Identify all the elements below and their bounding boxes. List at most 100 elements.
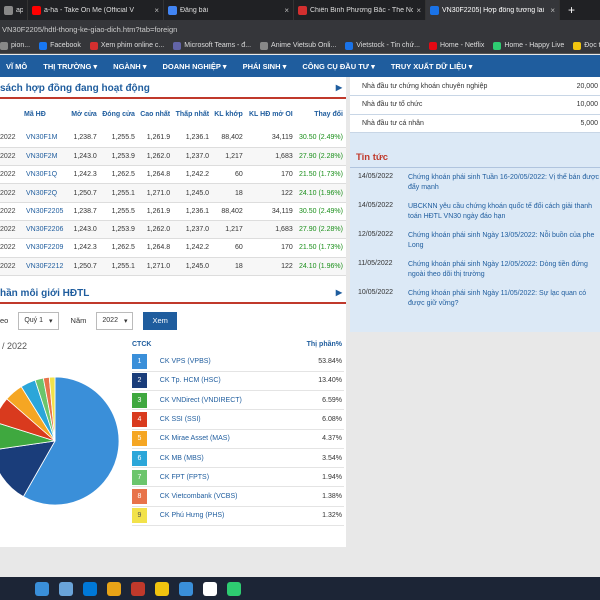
browser-tab[interactable]: Chiến Binh Phương Bắc - The No × (294, 0, 426, 20)
contracts-col-header: Đóng cửa (102, 110, 135, 118)
table-cell: 1,245.0 (173, 257, 213, 276)
bookmark-favicon-icon (428, 41, 437, 50)
news-link[interactable]: Chứng khoán phái sinh Ngày 12/05/2022: D… (408, 260, 600, 281)
taskbar-app-icon[interactable] (203, 581, 217, 596)
nav-menu-item[interactable]: TRUY XUẤT DỮ LIỆU ▾ (383, 62, 481, 71)
close-icon[interactable]: × (416, 6, 421, 15)
tab-label: a-ha - Take On Me (Official V (44, 6, 134, 14)
nav-menu-item[interactable]: PHÁI SINH ▾ (235, 62, 295, 71)
taskbar-app-icon[interactable] (131, 581, 145, 596)
table-cell: 1,264.8 (137, 165, 174, 185)
broker-name-link[interactable]: CK VPS (VPBS) (154, 351, 288, 372)
nav-menu-item[interactable]: NGÀNH ▾ (105, 62, 154, 71)
taskbar-app-icon[interactable] (155, 581, 169, 596)
nav-menu-item[interactable]: VĨ MÔ (0, 62, 35, 71)
bookmark-label: Home - Happy Live (504, 42, 565, 49)
table-row: 2 CK Tp. HCM (HSC) 13.40% (132, 371, 344, 391)
bookmark-item[interactable]: Vietstock - Tin chứ... (345, 41, 420, 50)
browser-tab-bar: apion...a-ha - Take On Me (Official V×Đă… (0, 0, 600, 20)
nav-menu-item[interactable]: CÔNG CỤ ĐẦU TƯ ▾ (294, 62, 382, 71)
close-icon[interactable]: × (154, 6, 159, 15)
browser-tab[interactable]: apion... (0, 0, 28, 20)
year-select[interactable]: 2022 ▾ (96, 311, 134, 330)
taskbar-app-icon[interactable] (83, 581, 97, 596)
close-icon[interactable]: × (284, 6, 289, 15)
table-cell: 2022 (0, 238, 24, 258)
contract-code-link[interactable]: VN30F2212 (24, 257, 70, 276)
bookmark-favicon-icon (89, 41, 98, 50)
investor-type: Nhà đầu tư tổ chức (350, 95, 564, 115)
table-cell: 1,238.7 (69, 202, 100, 221)
bookmark-label: pion... (11, 42, 31, 49)
broker-name-link[interactable]: CK Vietcombank (VCBS) (154, 486, 288, 507)
table-row: 2022 VN30F1Q 1,242.3 1,262.5 1,264.8 1,242.2 6… (0, 165, 346, 185)
bookmark-item[interactable]: Đọc truyệ (573, 41, 600, 50)
table-cell: 1,264.8 (137, 238, 174, 258)
bookmark-item[interactable]: Home - Netflix (428, 41, 484, 50)
nav-menu-item[interactable]: DOANH NGHIỆP ▾ (155, 62, 235, 71)
news-link[interactable]: Chứng khoán phái sinh Tuần 16-20/05/2022… (408, 173, 600, 194)
view-button[interactable]: Xem (143, 311, 177, 330)
bookmark-item[interactable]: Home - Happy Live (493, 41, 565, 50)
table-cell: 1,271.0 (137, 183, 174, 203)
browser-tab[interactable]: a-ha - Take On Me (Official V × (28, 0, 164, 20)
broker-name-link[interactable]: CK FPT (FPTS) (154, 467, 288, 488)
section-arrow-icon[interactable]: ▶ (336, 288, 342, 297)
table-row: 7 CK FPT (FPTS) 1.94% (132, 467, 344, 488)
table-cell: 1,242.3 (69, 238, 100, 258)
table-cell: 88,402 (212, 129, 246, 148)
table-cell: 1,253.9 (99, 220, 138, 240)
news-date: 14/05/2022 (358, 202, 394, 209)
broker-rank-badge: 9 (132, 508, 147, 524)
close-icon[interactable]: × (550, 6, 555, 15)
broker-rank-cell: 8 (132, 486, 155, 507)
taskbar-app-icon[interactable] (107, 581, 121, 596)
broker-name-link[interactable]: CK Mirae Asset (MAS) (154, 429, 288, 449)
contract-code-link[interactable]: VN30F2205 (24, 202, 70, 221)
broker-rank-cell: 7 (132, 467, 155, 488)
news-link[interactable]: Chứng khoán phái sinh Ngày 13/05/2022: N… (408, 231, 600, 252)
table-cell: 1,262.0 (137, 147, 174, 167)
bookmark-item[interactable]: Xem phim online c... (89, 41, 164, 50)
quarter-select[interactable]: Quý 1 ▾ (18, 311, 59, 330)
bookmark-item[interactable]: pion... (0, 41, 31, 50)
address-bar[interactable]: VN30F2205/hdtl-thong-ke-giao-dich.htm?ta… (0, 20, 600, 38)
broker-rank-badge: 3 (132, 392, 147, 408)
market-share-section-title: hần môi giới HĐTL ▶ (0, 282, 346, 304)
table-row: 5 CK Mirae Asset (MAS) 4.37% (132, 429, 344, 449)
col-broker: CTCK (132, 341, 152, 349)
section-arrow-icon[interactable]: ▶ (336, 83, 342, 92)
nav-menu-item[interactable]: THỊ TRƯỜNG ▾ (35, 62, 105, 71)
new-tab-icon[interactable]: + (560, 3, 575, 17)
tab-label: Chiến Binh Phương Bắc - The No (310, 6, 414, 14)
broker-name-link[interactable]: CK Tp. HCM (HSC) (154, 371, 288, 391)
contract-code-link[interactable]: VN30F2206 (24, 220, 70, 240)
broker-name-link[interactable]: CK SSI (SSI) (154, 409, 288, 430)
taskbar-app-icon[interactable] (227, 581, 241, 596)
bookmark-item[interactable]: Anime Vietsub Onli... (260, 41, 336, 50)
table-cell: 1,683 (245, 220, 296, 240)
table-cell: 1,261.9 (137, 202, 174, 221)
contract-code-link[interactable]: VN30F1Q (24, 165, 70, 185)
browser-tab[interactable]: Đăng bài × (164, 0, 294, 20)
taskbar-app-icon[interactable] (35, 581, 49, 596)
broker-rank-cell: 6 (132, 448, 155, 469)
bookmark-favicon-icon (345, 41, 354, 50)
contract-code-link[interactable]: VN30F2209 (24, 238, 70, 258)
news-link[interactable]: Chứng khoán phái sinh Ngày 11/05/2022: S… (408, 289, 600, 310)
broker-name-link[interactable]: CK MB (MBS) (154, 448, 288, 469)
browser-tab[interactable]: VN30F2205| Hợp đồng tương lai × (426, 0, 560, 20)
contract-code-link[interactable]: VN30F1M (24, 129, 70, 148)
table-cell: 122 (245, 183, 296, 203)
contract-code-link[interactable]: VN30F2M (24, 147, 70, 167)
bookmark-item[interactable]: Facebook (39, 41, 81, 50)
taskbar-app-icon[interactable] (59, 581, 73, 596)
broker-name-link[interactable]: CK VNDirect (VNDIRECT) (154, 390, 288, 411)
table-cell: 18 (212, 183, 246, 203)
broker-name-link[interactable]: CK Phú Hưng (PHS) (154, 506, 288, 527)
contracts-table: Mã HĐ Mở cửa Đóng cửa Cao nhất Thấp nhất KL k… (0, 99, 346, 276)
news-link[interactable]: UBCKNN yêu cầu chứng khoán quốc tế đổi c… (408, 202, 600, 223)
contract-code-link[interactable]: VN30F2Q (24, 183, 70, 203)
bookmark-item[interactable]: Microsoft Teams - đ... (173, 41, 251, 50)
taskbar-app-icon[interactable] (179, 581, 193, 596)
